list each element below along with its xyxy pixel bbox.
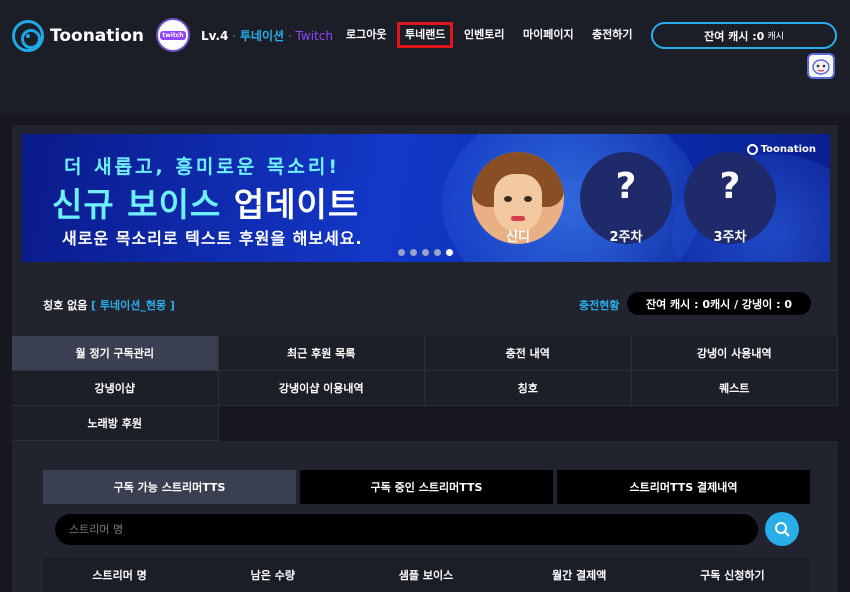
cash-unit: 캐시	[767, 32, 784, 42]
twitch-badge: twitch	[160, 30, 186, 40]
title-status-bar: 칭호 없음 [ 투네이션_현몽 ] 충전현황 잔여 캐시 : 0캐시 / 강냉이…	[12, 283, 838, 325]
carousel-dot[interactable]	[434, 249, 441, 256]
banner-subtitle: 새로운 목소리로 텍스트 후원을 해보세요.	[62, 229, 363, 248]
menu-popcorn-usage[interactable]: 강냉이 사용내역	[631, 336, 838, 371]
menu-monthly-subscription[interactable]: 월 정기 구독관리	[12, 336, 219, 371]
tab-streamer-tts-payments[interactable]: 스트리머TTS 결제내역	[557, 470, 810, 504]
menu-popcorn-shop-history[interactable]: 강냉이샵 이용내역	[218, 371, 425, 406]
menu-titles[interactable]: 칭호	[425, 371, 632, 406]
character-eye	[504, 196, 512, 202]
nav-mypage[interactable]: 마이페이지	[523, 22, 574, 48]
tab-subscribed-streamer-tts[interactable]: 구독 중인 스트리머TTS	[300, 470, 553, 504]
nickname: 투네이션	[239, 29, 285, 43]
mascot-icon[interactable]	[807, 53, 835, 79]
banner-title-accent: 신규 보이스	[52, 185, 222, 224]
carousel-dot-active[interactable]	[446, 249, 453, 256]
separator: ·	[287, 29, 292, 43]
streamer-search-input[interactable]	[55, 514, 758, 545]
banner-brand-text: Toonation	[760, 144, 816, 155]
carousel-dot[interactable]	[422, 249, 429, 256]
magnifier-icon	[775, 522, 790, 537]
mascot-face-icon	[812, 59, 830, 75]
voice-label: 2주차	[609, 230, 643, 245]
menu-empty-cell	[425, 406, 632, 441]
column-sample-voice: 샘플 보이스	[398, 568, 454, 582]
platform-label: Twitch	[295, 29, 333, 43]
voice-mystery-week2: ? 2주차	[580, 152, 672, 245]
toonation-logo-icon	[12, 20, 44, 52]
remaining-cash-button[interactable]: 잔여 캐시 :0 캐시	[651, 22, 837, 49]
character-eye	[524, 196, 532, 202]
charge-status-link[interactable]: 충전현황	[579, 297, 619, 313]
banner-brand: Toonation	[746, 144, 816, 155]
carousel-dot[interactable]	[410, 249, 417, 256]
voice-character-cindy: 신디	[472, 152, 564, 244]
streamer-table-header: 스트리머 명 남은 수량 샘플 보이스 월간 결제액 구독 신청하기	[43, 557, 809, 592]
banner-title: 신규 보이스 업데이트	[52, 178, 359, 226]
menu-recent-donations[interactable]: 최근 후원 목록	[218, 336, 425, 371]
menu-charge-history[interactable]: 충전 내역	[425, 336, 632, 371]
character-lips	[511, 216, 525, 221]
menu-karaoke-donation[interactable]: 노래방 후원	[12, 406, 219, 441]
menu-empty-cell	[218, 406, 425, 441]
column-subscribe: 구독 신청하기	[700, 568, 765, 582]
banner-headline: 더 새롭고, 흥미로운 목소리!	[64, 156, 341, 178]
balance-pill: 잔여 캐시 : 0캐시 / 강냉이 : 0	[627, 292, 811, 315]
nav-toone-land[interactable]: 투네랜드	[397, 22, 454, 48]
voice-mystery-week3: ? 3주차	[684, 152, 776, 245]
mypage-menu: 월 정기 구독관리 최근 후원 목록 충전 내역 강냉이 사용내역 강냉이샵 강…	[12, 336, 838, 441]
menu-empty-cell	[631, 406, 838, 441]
question-mark-icon: ?	[719, 166, 741, 207]
carousel-dot[interactable]	[398, 249, 405, 256]
user-level-info: Lv.4 · 투네이션 · Twitch	[201, 27, 333, 44]
toonation-logo-icon	[746, 144, 758, 155]
banner-title-white: 업데이트	[233, 185, 360, 224]
separator: ·	[232, 29, 237, 43]
logo-text: Toonation	[50, 26, 145, 46]
menu-popcorn-shop[interactable]: 강냉이샵	[12, 371, 219, 406]
character-face	[494, 174, 542, 232]
question-mark-icon: ?	[615, 166, 637, 207]
column-streamer-name: 스트리머 명	[92, 568, 147, 582]
search-icon[interactable]	[765, 512, 799, 546]
column-remaining-quantity: 남은 수량	[250, 568, 295, 582]
nav-charge[interactable]: 충전하기	[592, 22, 632, 48]
tab-available-streamer-tts[interactable]: 구독 가능 스트리머TTS	[43, 470, 296, 504]
top-header: Toonation twitch Lv.4 · 투네이션 · Twitch 로그…	[0, 0, 850, 115]
carousel-dots	[398, 249, 453, 256]
column-monthly-payment: 월간 결제액	[551, 568, 607, 582]
user-title-tag: [ 투네이션_현몽 ]	[91, 299, 175, 312]
nav-logout[interactable]: 로그아웃	[346, 22, 386, 48]
nav-inventory[interactable]: 인벤토리	[464, 22, 504, 48]
user-title-none: 칭호 없음	[43, 299, 88, 312]
logo[interactable]: Toonation	[12, 20, 144, 52]
content-panel: 더 새롭고, 흥미로운 목소리! 신규 보이스 업데이트 새로운 목소리로 텍스…	[12, 125, 838, 592]
menu-quests[interactable]: 퀘스트	[631, 371, 838, 406]
promo-banner[interactable]: 더 새롭고, 흥미로운 목소리! 신규 보이스 업데이트 새로운 목소리로 텍스…	[22, 134, 830, 262]
cash-label: 잔여 캐시 :0	[704, 29, 765, 43]
avatar[interactable]: twitch	[156, 18, 190, 52]
voice-label: 3주차	[713, 230, 747, 245]
level-label: Lv.4	[201, 29, 229, 43]
voice-label: 신디	[506, 230, 530, 244]
